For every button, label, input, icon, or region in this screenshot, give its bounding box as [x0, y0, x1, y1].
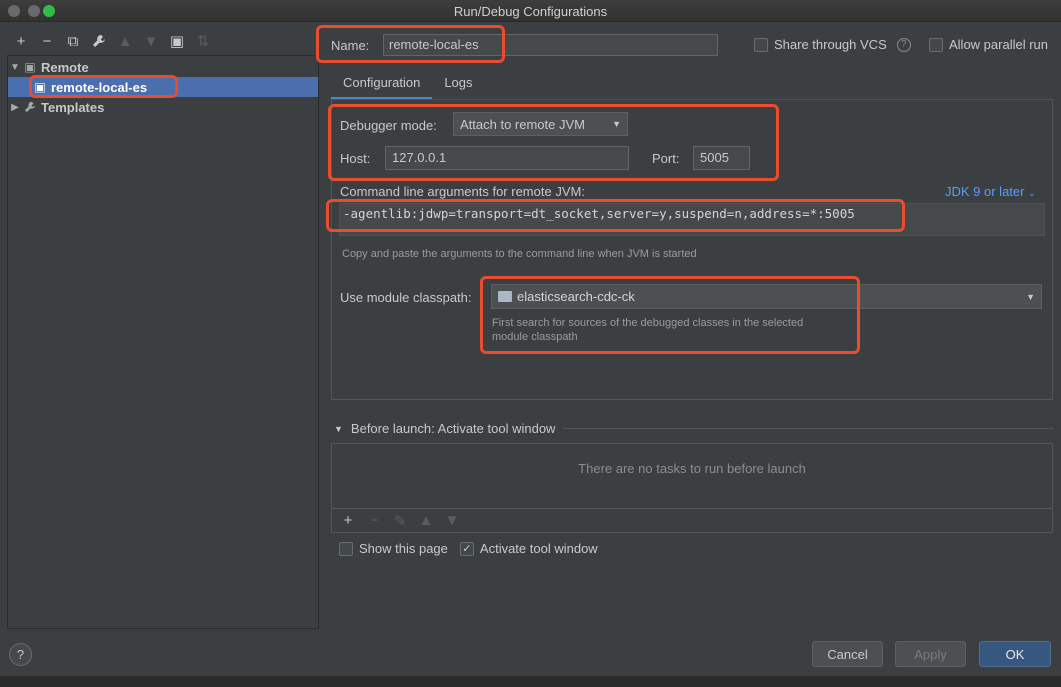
- ok-button[interactable]: OK: [979, 641, 1051, 667]
- title-bar: Run/Debug Configurations: [0, 0, 1061, 22]
- tree-label-templates: Templates: [41, 99, 105, 115]
- allow-parallel-option[interactable]: Allow parallel run: [929, 37, 1048, 52]
- tasks-empty-text: There are no tasks to run before launch: [578, 461, 806, 476]
- share-vcs-checkbox[interactable]: [754, 37, 768, 52]
- wrench-icon: [22, 100, 38, 114]
- configuration-tree: ▼ ▣ Remote ▣ remote-local-es ▶ Templates: [7, 55, 319, 629]
- minus-icon[interactable]: −: [34, 30, 60, 52]
- options-row: Show this page ✓ Activate tool window: [339, 541, 598, 556]
- arrow-down-icon[interactable]: ▼: [138, 30, 164, 52]
- chevron-down-icon: ⌄: [1028, 188, 1036, 198]
- annotation-highlight-module: [480, 276, 860, 354]
- before-launch-header[interactable]: ▼ Before launch: Activate tool window: [334, 421, 1054, 436]
- tree-toolbar: + − ⧉ ▲ ▼ ▣ ⇅: [8, 30, 216, 52]
- annotation-highlight-connection: [328, 104, 779, 181]
- arrow-up-icon[interactable]: ▲: [112, 30, 138, 52]
- help-button[interactable]: ?: [9, 643, 32, 666]
- arrow-up-icon[interactable]: ▲: [413, 510, 439, 532]
- cmdline-hint: Copy and paste the arguments to the comm…: [342, 248, 697, 260]
- chevron-down-icon: ▼: [1026, 291, 1035, 302]
- plus-icon[interactable]: +: [335, 510, 361, 532]
- annotation-highlight-tree: [29, 75, 178, 98]
- share-vcs-label: Share through VCS: [774, 37, 887, 52]
- tab-configuration[interactable]: Configuration: [331, 70, 433, 100]
- arrow-down-icon[interactable]: ▼: [439, 510, 465, 532]
- show-page-checkbox[interactable]: [339, 541, 353, 556]
- minus-icon[interactable]: −: [361, 510, 387, 532]
- share-vcs-option[interactable]: Share through VCS ?: [754, 37, 911, 52]
- plus-icon[interactable]: +: [8, 30, 34, 52]
- remote-config-icon: ▣: [24, 60, 36, 74]
- allow-parallel-checkbox[interactable]: [929, 37, 943, 52]
- tree-label-remote: Remote: [41, 59, 89, 75]
- window-title: Run/Debug Configurations: [453, 4, 608, 19]
- expand-arrow-icon[interactable]: ▼: [8, 62, 22, 73]
- collapse-arrow-icon[interactable]: ▶: [8, 102, 22, 113]
- tab-logs[interactable]: Logs: [432, 70, 484, 100]
- collapse-arrow-icon[interactable]: ▼: [334, 424, 343, 434]
- annotation-highlight-name: [316, 25, 505, 63]
- sort-icon[interactable]: ⇅: [190, 30, 216, 52]
- show-page-label: Show this page: [359, 541, 448, 556]
- cancel-button[interactable]: Cancel: [812, 641, 883, 667]
- tree-node-remote[interactable]: ▼ ▣ Remote: [8, 57, 318, 77]
- pencil-icon[interactable]: ✎: [387, 510, 413, 532]
- before-launch-tasks: There are no tasks to run before launch …: [331, 443, 1053, 533]
- apply-button[interactable]: Apply: [895, 641, 966, 667]
- jdk-version-link[interactable]: JDK 9 or later ⌄: [945, 184, 1036, 199]
- folder-add-icon[interactable]: ▣: [164, 30, 190, 52]
- module-classpath-label: Use module classpath:: [340, 290, 472, 305]
- activate-tool-window-checkbox[interactable]: ✓: [459, 541, 474, 556]
- config-tabs: Configuration Logs: [331, 70, 485, 100]
- tasks-toolbar: + − ✎ ▲ ▼: [332, 508, 1052, 532]
- bottom-strip: [0, 676, 1061, 687]
- before-launch-title: Before launch: Activate tool window: [350, 421, 556, 436]
- jdk-version-label: JDK 9 or later: [945, 184, 1025, 199]
- wrench-icon[interactable]: [86, 30, 112, 52]
- help-icon[interactable]: ?: [896, 37, 911, 52]
- copy-icon[interactable]: ⧉: [60, 30, 86, 52]
- annotation-highlight-cmdline: [326, 199, 905, 232]
- cmdline-label: Command line arguments for remote JVM:: [340, 184, 585, 199]
- tree-node-templates[interactable]: ▶ Templates: [8, 97, 318, 117]
- activate-tool-window-label: Activate tool window: [479, 541, 598, 556]
- divider: [563, 428, 1054, 429]
- allow-parallel-label: Allow parallel run: [949, 37, 1048, 52]
